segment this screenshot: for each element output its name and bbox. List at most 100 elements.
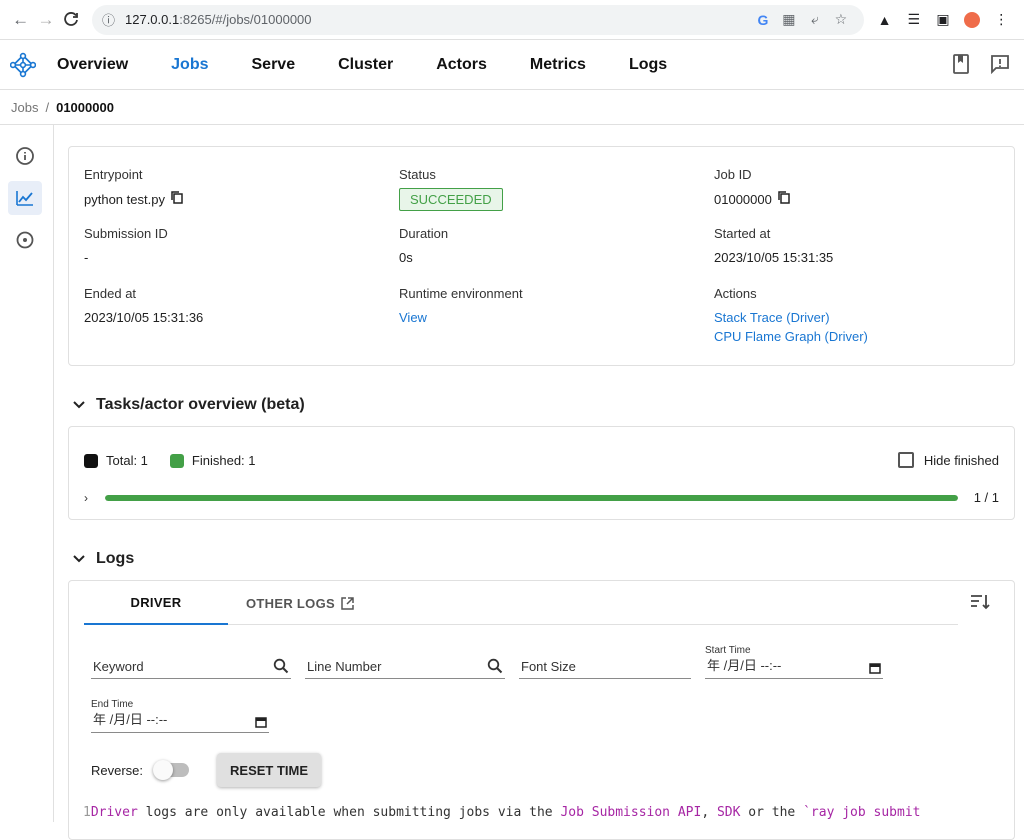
start-time-input[interactable]: Start Time 年 /月/日 --:-- xyxy=(705,643,883,679)
runtime-env-view-link[interactable]: View xyxy=(399,310,714,325)
log-line-number: 1 xyxy=(83,805,91,820)
nav-cluster[interactable]: Cluster xyxy=(338,56,393,74)
finished-swatch xyxy=(170,454,184,468)
search-icon[interactable] xyxy=(273,658,289,674)
nav-overview[interactable]: Overview xyxy=(57,56,128,74)
job-id-field: Job ID 01000000 xyxy=(714,167,999,224)
hide-finished-label: Hide finished xyxy=(924,453,999,468)
actions-field: Actions Stack Trace (Driver) CPU Flame G… xyxy=(714,286,999,343)
job-id-value: 01000000 xyxy=(714,192,772,207)
logs-section-title: Logs xyxy=(96,550,134,568)
nav-metrics[interactable]: Metrics xyxy=(530,56,586,74)
breadcrumb-separator: / xyxy=(45,100,49,115)
job-id-label: Job ID xyxy=(714,167,999,182)
calendar-icon[interactable] xyxy=(255,716,267,728)
checkbox-icon[interactable] xyxy=(898,452,914,468)
translate-icon[interactable]: ▦ xyxy=(776,11,802,28)
line-number-placeholder: Line Number xyxy=(307,659,381,674)
profile-avatar-icon[interactable] xyxy=(958,7,987,33)
nav-jobs[interactable]: Jobs xyxy=(171,56,208,74)
status-badge: SUCCEEDED xyxy=(399,188,503,211)
log-text: , xyxy=(701,805,717,820)
breadcrumb-current: 01000000 xyxy=(56,100,114,115)
started-at-field: Started at 2023/10/05 15:31:35 xyxy=(714,226,999,283)
logs-section-header[interactable]: Logs xyxy=(72,550,1015,568)
share-icon[interactable]: ⤶ xyxy=(802,11,828,28)
cpu-flame-graph-link[interactable]: CPU Flame Graph (Driver) xyxy=(714,329,999,344)
google-icon[interactable]: G xyxy=(750,12,776,28)
progress-bar xyxy=(105,495,958,501)
ended-at-field: Ended at 2023/10/05 15:31:36 xyxy=(84,286,399,343)
keyword-input[interactable]: Keyword xyxy=(91,643,291,679)
reverse-toggle[interactable] xyxy=(155,763,189,777)
copy-icon[interactable] xyxy=(171,191,183,207)
sidepanel-icon[interactable]: ▣ xyxy=(928,7,957,33)
nav-actors[interactable]: Actors xyxy=(436,56,487,74)
runtime-env-label: Runtime environment xyxy=(399,286,714,301)
reset-time-button[interactable]: RESET TIME xyxy=(217,753,321,787)
stack-trace-link[interactable]: Stack Trace (Driver) xyxy=(714,310,999,325)
reload-icon[interactable] xyxy=(59,7,84,33)
end-time-input[interactable]: End Time 年 /月/日 --:-- xyxy=(91,697,269,733)
duration-label: Duration xyxy=(399,226,714,241)
browser-menu-icon[interactable]: ⋮ xyxy=(987,7,1016,33)
runtime-env-field: Runtime environment View xyxy=(399,286,714,343)
forward-icon[interactable]: → xyxy=(33,7,58,33)
keyword-placeholder: Keyword xyxy=(93,659,144,674)
sort-icon[interactable] xyxy=(970,593,990,616)
progress-count: 1 / 1 xyxy=(974,490,999,505)
media-icon[interactable]: ☰ xyxy=(899,7,928,33)
tab-other-logs-label: OTHER LOGS xyxy=(246,596,335,611)
search-icon[interactable] xyxy=(487,658,503,674)
calendar-icon[interactable] xyxy=(869,662,881,674)
chevron-down-icon xyxy=(72,400,86,410)
tab-driver[interactable]: DRIVER xyxy=(84,581,228,625)
status-field: Status SUCCEEDED xyxy=(399,167,714,224)
total-label: Total: 1 xyxy=(106,453,148,468)
tab-other-logs[interactable]: OTHER LOGS xyxy=(228,581,372,625)
tasks-section-header[interactable]: Tasks/actor overview (beta) xyxy=(72,396,1015,414)
tasks-overview-card: Total: 1 Finished: 1 Hide finished › 1 /… xyxy=(68,426,1015,520)
nav-logs[interactable]: Logs xyxy=(629,56,667,74)
log-text: or the xyxy=(740,805,803,820)
docs-book-icon[interactable] xyxy=(952,54,970,79)
submission-id-field: Submission ID - xyxy=(84,226,399,283)
actions-label: Actions xyxy=(714,286,999,301)
total-swatch xyxy=(84,454,98,468)
duration-value: 0s xyxy=(399,250,714,265)
open-in-new-icon xyxy=(341,597,354,610)
reverse-label: Reverse: xyxy=(91,763,143,778)
info-icon[interactable]: ⓘ xyxy=(102,10,115,29)
bookmark-star-icon[interactable]: ☆ xyxy=(828,11,854,28)
nav-serve[interactable]: Serve xyxy=(252,56,296,74)
start-time-value: 年 /月/日 --:-- xyxy=(707,655,781,674)
info-circle-icon[interactable] xyxy=(8,139,42,173)
feedback-icon[interactable] xyxy=(990,54,1010,79)
chart-line-icon[interactable] xyxy=(8,181,42,215)
top-navigation: Overview Jobs Serve Cluster Actors Metri… xyxy=(0,40,1024,90)
breadcrumb-jobs[interactable]: Jobs xyxy=(11,100,38,115)
log-line: 1Driver logs are only available when sub… xyxy=(83,804,921,822)
log-text-keyword: Driver xyxy=(91,805,138,820)
log-filters: Keyword Line Number Font Size Start Time… xyxy=(91,643,994,733)
browser-toolbar: ← → ⓘ 127.0.0.1:8265/#/jobs/01000000 G ▦… xyxy=(0,0,1024,40)
hide-finished-checkbox[interactable]: Hide finished xyxy=(898,452,999,468)
ray-logo-icon[interactable] xyxy=(0,52,46,78)
progress-fill xyxy=(105,495,958,501)
extension-flask-icon[interactable]: ▲ xyxy=(870,7,899,33)
ended-at-label: Ended at xyxy=(84,286,399,301)
tasks-legend: Total: 1 Finished: 1 xyxy=(84,453,278,468)
sidebar xyxy=(0,125,54,822)
copy-icon[interactable] xyxy=(778,191,790,207)
target-circle-icon[interactable] xyxy=(8,223,42,257)
font-size-placeholder: Font Size xyxy=(521,659,576,674)
line-number-input[interactable]: Line Number xyxy=(305,643,505,679)
address-bar[interactable]: ⓘ 127.0.0.1:8265/#/jobs/01000000 G ▦ ⤶ ☆ xyxy=(92,5,864,35)
entrypoint-value: python test.py xyxy=(84,192,165,207)
log-text-keyword: SDK xyxy=(717,805,740,820)
chevron-right-icon[interactable]: › xyxy=(84,491,105,505)
reverse-row: Reverse: RESET TIME xyxy=(91,753,321,787)
font-size-input[interactable]: Font Size xyxy=(519,643,691,679)
toggle-knob xyxy=(153,760,173,780)
back-icon[interactable]: ← xyxy=(8,7,33,33)
